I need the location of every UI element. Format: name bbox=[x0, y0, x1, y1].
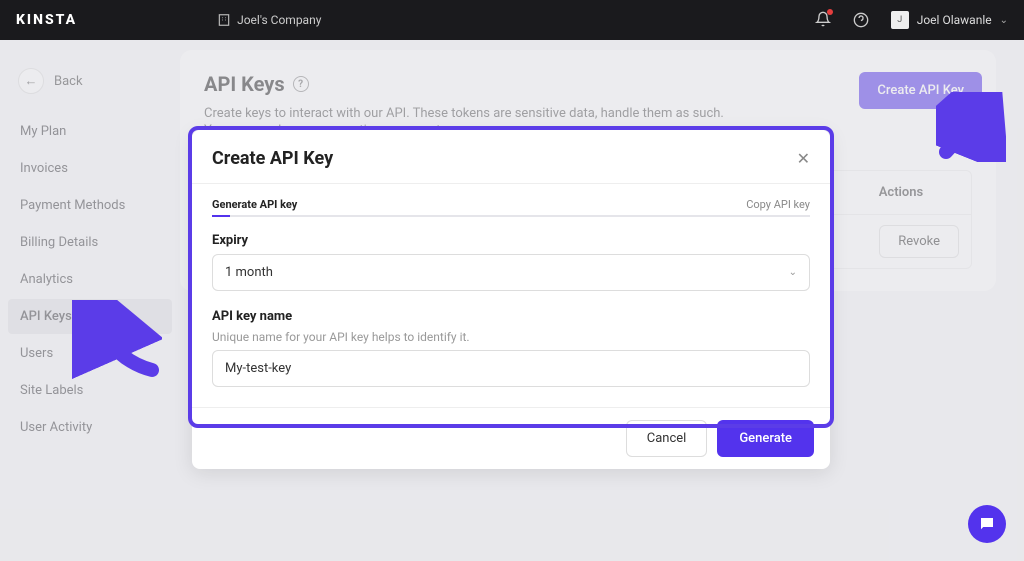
step-copy: Copy API key bbox=[746, 198, 810, 211]
cancel-button[interactable]: Cancel bbox=[626, 420, 708, 457]
chat-widget-button[interactable] bbox=[968, 505, 1006, 543]
chevron-down-icon: ⌄ bbox=[1000, 15, 1008, 26]
close-icon: ✕ bbox=[797, 149, 810, 168]
api-key-name-input[interactable] bbox=[212, 350, 810, 387]
building-icon bbox=[217, 13, 231, 27]
company-name: Joel's Company bbox=[237, 13, 321, 27]
chat-icon bbox=[978, 515, 996, 533]
expiry-value: 1 month bbox=[225, 265, 273, 280]
company-selector[interactable]: Joel's Company bbox=[217, 13, 321, 27]
modal-title: Create API Key bbox=[212, 148, 333, 169]
help-icon[interactable] bbox=[853, 12, 869, 28]
api-key-name-hint: Unique name for your API key helps to id… bbox=[212, 330, 810, 344]
expiry-dropdown[interactable]: 1 month ⌄ bbox=[212, 254, 810, 291]
user-menu[interactable]: J Joel Olawanle ⌄ bbox=[891, 11, 1008, 29]
step-progress-bar bbox=[212, 215, 810, 217]
user-name: Joel Olawanle bbox=[917, 13, 992, 27]
notification-dot-icon bbox=[827, 9, 833, 15]
step-generate: Generate API key bbox=[212, 198, 297, 211]
close-button[interactable]: ✕ bbox=[797, 149, 810, 168]
notifications-button[interactable] bbox=[815, 11, 831, 30]
avatar: J bbox=[891, 11, 909, 29]
generate-button[interactable]: Generate bbox=[717, 420, 814, 457]
logo: KINSTA bbox=[16, 12, 77, 28]
topbar: KINSTA Joel's Company J Joel Olawanle ⌄ bbox=[0, 0, 1024, 40]
api-key-name-label: API key name bbox=[212, 309, 810, 324]
expiry-label: Expiry bbox=[212, 233, 810, 248]
create-api-key-modal: Create API Key ✕ Generate API key Copy A… bbox=[192, 130, 830, 469]
chevron-down-icon: ⌄ bbox=[789, 267, 797, 278]
